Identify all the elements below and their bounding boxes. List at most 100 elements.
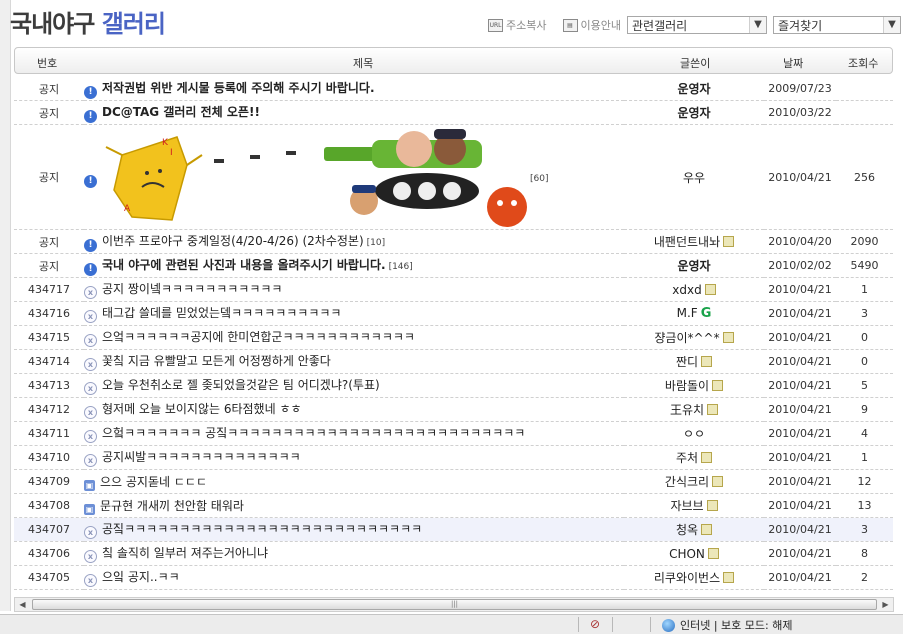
address-copy-label: 주소복사 bbox=[506, 19, 547, 32]
post-date: 2010/02/02 bbox=[764, 253, 836, 278]
post-writer[interactable]: 우우 bbox=[624, 124, 764, 230]
blocked-icon[interactable]: ⊘ bbox=[590, 617, 600, 631]
table-row[interactable]: 434708 ▣ 문규현 개새끼 천안함 태워라 자브브 2010/04/21 1… bbox=[14, 493, 893, 518]
post-writer[interactable]: 운영자 bbox=[624, 253, 764, 278]
member-lock-icon bbox=[723, 572, 735, 583]
table-row[interactable]: 434712 x 형저메 오늘 보이지않는 6타점했네 ㅎㅎ 王유치 2010/0… bbox=[14, 397, 893, 422]
address-copy-button[interactable]: URL 주소복사 bbox=[488, 17, 547, 33]
table-row[interactable]: 공지 ! DC@TAG 갤러리 전체 오픈!! 운영자 2010/03/22 bbox=[14, 100, 893, 125]
gallery-title: 국내야구 갤러리 bbox=[10, 4, 166, 39]
post-subject-link[interactable]: 으잌 공지..ㅋㅋ bbox=[102, 570, 180, 584]
post-writer[interactable]: 리쿠와이번스 bbox=[654, 571, 720, 585]
post-writer[interactable]: 쟝금이*^^* bbox=[654, 331, 719, 345]
table-row[interactable]: 434707 x 공짘ㅋㅋㅋㅋㅋㅋㅋㅋㅋㅋㅋㅋㅋㅋㅋㅋㅋㅋㅋㅋㅋㅋㅋㅋㅋㅋㅋ 청옥… bbox=[14, 517, 893, 542]
table-row[interactable]: 434714 x 꽃칰 지금 유빨말고 모든게 어정쩡하게 안좋다 짠디 2010… bbox=[14, 349, 893, 374]
left-edge-scrollbar[interactable] bbox=[0, 0, 11, 611]
col-subject[interactable]: 제목 bbox=[353, 55, 373, 71]
text-post-icon: x bbox=[84, 574, 97, 587]
chevron-down-icon[interactable]: ▼ bbox=[883, 17, 900, 33]
post-writer[interactable]: 王유치 bbox=[670, 403, 704, 417]
post-subject-link[interactable]: 공지씨발ㅋㅋㅋㅋㅋㅋㅋㅋㅋㅋㅋㅋㅋㅋ bbox=[102, 450, 301, 464]
table-row[interactable]: 434717 x 공지 짱이넼ㅋㅋㅋㅋㅋㅋㅋㅋㅋㅋㅋ xdxd 2010/04/2… bbox=[14, 277, 893, 302]
post-num: 공지 bbox=[14, 77, 84, 101]
comment-count[interactable]: [10] bbox=[367, 238, 385, 248]
browser-status-bar: ⊘ 인터넷 | 보호 모드: 해제 bbox=[0, 614, 903, 634]
post-subject-link[interactable]: 으으 공지돋네 ㄷㄷㄷ bbox=[100, 475, 207, 489]
table-row[interactable]: 공지 ! K I A [60] 우우 2010/04/21 256 bbox=[14, 124, 893, 230]
post-num: 434714 bbox=[14, 349, 84, 374]
post-writer[interactable]: 청옥 bbox=[676, 523, 698, 537]
post-writer[interactable]: 짠디 bbox=[676, 355, 698, 369]
post-writer[interactable]: 주처 bbox=[676, 451, 698, 465]
table-row[interactable]: 434716 x 태그갑 쓸데를 믿었었는뎈ㅋㅋㅋㅋㅋㅋㅋㅋㅋㅋ M.F G 201… bbox=[14, 301, 893, 326]
post-hits: 1 bbox=[836, 277, 893, 302]
post-date: 2010/04/21 bbox=[764, 445, 836, 470]
post-date: 2010/04/20 bbox=[764, 229, 836, 254]
usage-guide-button[interactable]: ▤ 이용안내 bbox=[562, 17, 621, 33]
post-subject-link[interactable]: DC@TAG 갤러리 전체 오픈!! bbox=[102, 105, 260, 119]
favorites-select[interactable]: 즐겨찾기 ▼ bbox=[773, 16, 901, 34]
post-hits bbox=[836, 100, 893, 125]
post-subject-link[interactable]: 공짘ㅋㅋㅋㅋㅋㅋㅋㅋㅋㅋㅋㅋㅋㅋㅋㅋㅋㅋㅋㅋㅋㅋㅋㅋㅋㅋㅋ bbox=[102, 522, 422, 536]
post-writer[interactable]: CHON bbox=[669, 547, 705, 561]
post-writer[interactable]: 운영자 bbox=[624, 100, 764, 125]
post-subject-link[interactable]: 공지 짱이넼ㅋㅋㅋㅋㅋㅋㅋㅋㅋㅋㅋ bbox=[102, 282, 282, 296]
post-subject-link[interactable]: 이번주 프로야구 중계일정(4/20-4/26) (2차수정본) bbox=[102, 234, 364, 248]
post-subject-link[interactable]: 저작권법 위반 게시물 등록에 주의해 주시기 바랍니다. bbox=[102, 81, 375, 95]
post-date: 2010/04/21 bbox=[764, 493, 836, 518]
scroll-left-icon[interactable]: ◀ bbox=[15, 598, 30, 611]
post-writer[interactable]: M.F bbox=[677, 306, 698, 320]
horizontal-scrollbar[interactable]: ◀ ||| ▶ bbox=[14, 597, 894, 612]
table-row[interactable]: 434709 ▣ 으으 공지돋네 ㄷㄷㄷ 간식크리 2010/04/21 12 bbox=[14, 469, 893, 494]
post-num: 434706 bbox=[14, 541, 84, 566]
post-subject-link[interactable]: 오늘 우천취소로 젤 좆되었을것같은 팀 어디겠냐?(투표) bbox=[102, 378, 380, 392]
post-subject-link[interactable]: 칰 솔직히 일부러 져주는거아니냐 bbox=[102, 546, 268, 560]
text-post-icon: x bbox=[84, 334, 97, 347]
table-row[interactable]: 공지 ! 이번주 프로야구 중계일정(4/20-4/26) (2차수정본) [10]… bbox=[14, 229, 893, 254]
post-subject-link[interactable]: 문규현 개새끼 천안함 태워라 bbox=[100, 499, 244, 513]
comment-count[interactable]: [146] bbox=[389, 262, 413, 272]
scroll-right-icon[interactable]: ▶ bbox=[878, 598, 893, 611]
image-post-icon: ▣ bbox=[84, 479, 95, 491]
post-subject-link[interactable]: 국내 야구에 관련된 사진과 내용을 올려주시기 바랍니다. bbox=[102, 258, 386, 272]
post-date: 2010/04/21 bbox=[764, 124, 836, 230]
post-hits: 5490 bbox=[836, 253, 893, 278]
notice-icon: ! bbox=[84, 238, 97, 252]
col-writer[interactable]: 글쓴이 bbox=[680, 55, 710, 71]
post-writer[interactable]: 운영자 bbox=[624, 77, 764, 101]
scroll-thumb[interactable]: ||| bbox=[32, 599, 877, 610]
table-row[interactable]: 434711 x 으헠ㅋㅋㅋㅋㅋㅋㅋ 공짘ㅋㅋㅋㅋㅋㅋㅋㅋㅋㅋㅋㅋㅋㅋㅋㅋㅋㅋㅋㅋ… bbox=[14, 421, 893, 446]
post-writer[interactable]: xdxd bbox=[672, 283, 701, 297]
col-date[interactable]: 날짜 bbox=[783, 55, 803, 71]
post-num: 공지 bbox=[14, 229, 84, 254]
text-post-icon: x bbox=[84, 406, 97, 419]
post-subject-link[interactable]: 꽃칰 지금 유빨말고 모든게 어정쩡하게 안좋다 bbox=[102, 354, 331, 368]
table-row[interactable]: 434710 x 공지씨발ㅋㅋㅋㅋㅋㅋㅋㅋㅋㅋㅋㅋㅋㅋ 주처 2010/04/21… bbox=[14, 445, 893, 470]
table-row[interactable]: 434705 x 으잌 공지..ㅋㅋ 리쿠와이번스 2010/04/21 2 bbox=[14, 565, 893, 590]
post-hits: 5 bbox=[836, 373, 893, 398]
table-row[interactable]: 공지 ! 국내 야구에 관련된 사진과 내용을 올려주시기 바랍니다. [146] … bbox=[14, 253, 893, 278]
table-row[interactable]: 434706 x 칰 솔직히 일부러 져주는거아니냐 CHON 2010/04/2… bbox=[14, 541, 893, 566]
table-row[interactable]: 공지 ! 저작권법 위반 게시물 등록에 주의해 주시기 바랍니다. 운영자 20… bbox=[14, 77, 893, 101]
post-subject-link[interactable]: 으헠ㅋㅋㅋㅋㅋㅋㅋ 공짘ㅋㅋㅋㅋㅋㅋㅋㅋㅋㅋㅋㅋㅋㅋㅋㅋㅋㅋㅋㅋㅋㅋㅋㅋㅋㅋㅋ bbox=[102, 426, 525, 440]
banner-image-link[interactable]: K I A bbox=[102, 125, 527, 229]
table-row[interactable]: 434715 x 으엌ㅋㅋㅋㅋㅋㅋ공지에 한미연합군ㅋㅋㅋㅋㅋㅋㅋㅋㅋㅋㅋㅋ 쟝금… bbox=[14, 325, 893, 350]
security-zone[interactable]: 인터넷 | 보호 모드: 해제 bbox=[662, 617, 792, 633]
post-writer[interactable]: 바람돌이 bbox=[665, 379, 709, 393]
post-subject-link[interactable]: 형저메 오늘 보이지않는 6타점했네 ㅎㅎ bbox=[102, 402, 302, 416]
post-writer[interactable]: 자브브 bbox=[670, 499, 703, 513]
post-subject-link[interactable]: 으엌ㅋㅋㅋㅋㅋㅋ공지에 한미연합군ㅋㅋㅋㅋㅋㅋㅋㅋㅋㅋㅋㅋ bbox=[102, 330, 415, 344]
chevron-down-icon[interactable]: ▼ bbox=[749, 17, 766, 33]
table-row[interactable]: 434713 x 오늘 우천취소로 젤 좆되었을것같은 팀 어디겠냐?(투표) 바… bbox=[14, 373, 893, 398]
guide-icon: ▤ bbox=[562, 18, 578, 32]
post-subject-link[interactable]: 태그갑 쓸데를 믿었었는뎈ㅋㅋㅋㅋㅋㅋㅋㅋㅋㅋ bbox=[102, 306, 341, 320]
post-writer[interactable]: 내팬던트내놔 bbox=[654, 235, 720, 249]
related-gallery-select[interactable]: 관련갤러리 ▼ bbox=[627, 16, 767, 34]
post-date: 2010/04/21 bbox=[764, 541, 836, 566]
status-divider bbox=[612, 617, 613, 632]
col-hits[interactable]: 조회수 bbox=[848, 55, 878, 71]
post-writer[interactable]: ㅇㅇ bbox=[683, 427, 705, 441]
post-writer[interactable]: 간식크리 bbox=[665, 475, 709, 489]
col-num[interactable]: 번호 bbox=[37, 55, 57, 71]
comment-count[interactable]: [60] bbox=[530, 174, 548, 184]
